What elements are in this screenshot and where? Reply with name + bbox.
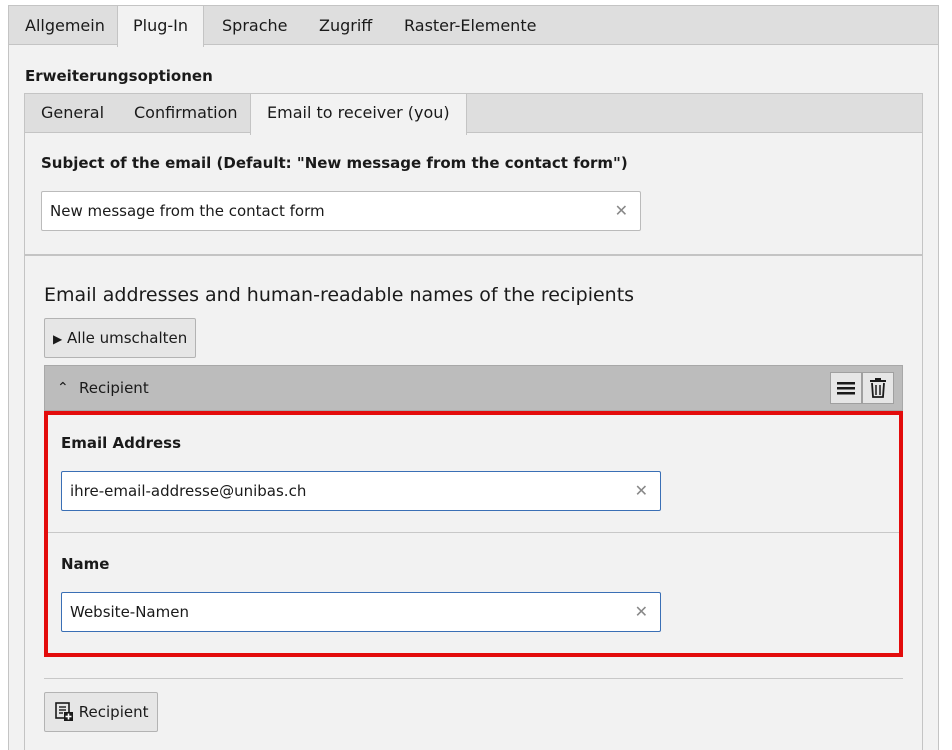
drag-handle-button[interactable] bbox=[830, 372, 862, 404]
email-address-input[interactable]: ihre-email-addresse@unibas.ch ✕ bbox=[61, 471, 661, 511]
tab-raster-elemente[interactable]: Raster-Elemente bbox=[404, 6, 536, 46]
clear-icon[interactable]: ✕ bbox=[635, 472, 648, 510]
section-title: Erweiterungsoptionen bbox=[25, 67, 213, 85]
tab-general[interactable]: General bbox=[41, 94, 104, 134]
outer-tab-bar: Allgemein Plug-In Sprache Zugriff Raster… bbox=[8, 5, 939, 47]
name-label: Name bbox=[61, 555, 110, 573]
tab-confirmation[interactable]: Confirmation bbox=[134, 94, 238, 134]
email-address-label: Email Address bbox=[61, 434, 182, 452]
tab-allgemein[interactable]: Allgemein bbox=[25, 6, 105, 46]
add-recipient-label: Recipient bbox=[78, 703, 149, 721]
chevron-up-icon[interactable]: ⌃ bbox=[57, 366, 69, 410]
clear-icon[interactable]: ✕ bbox=[635, 593, 648, 631]
delete-button[interactable] bbox=[862, 372, 894, 404]
toggle-all-label: Alle umschalten bbox=[67, 329, 188, 347]
tab-plug-in[interactable]: Plug-In bbox=[117, 6, 205, 47]
subject-input-value: New message from the contact form bbox=[50, 202, 325, 220]
add-recipient-button[interactable]: Recipient bbox=[44, 692, 159, 732]
menu-icon bbox=[837, 382, 855, 395]
recipient-header[interactable]: ⌃ Recipient bbox=[44, 365, 903, 411]
subject-input[interactable]: New message from the contact form ✕ bbox=[41, 191, 641, 231]
inner-tab-bar: General Confirmation Email to receiver (… bbox=[24, 93, 923, 135]
tab-email-to-receiver[interactable]: Email to receiver (you) bbox=[250, 94, 467, 135]
recipient-title: Recipient bbox=[79, 379, 149, 397]
caret-right-icon: ▶ bbox=[53, 332, 63, 346]
clear-icon[interactable]: ✕ bbox=[615, 192, 628, 230]
toggle-all-button[interactable]: ▶ Alle umschalten bbox=[44, 318, 197, 358]
trash-icon bbox=[870, 378, 886, 398]
recipients-heading: Email addresses and human-readable names… bbox=[44, 284, 635, 306]
subject-label: Subject of the email (Default: "New mess… bbox=[41, 154, 628, 172]
section-divider bbox=[44, 678, 903, 679]
add-record-icon bbox=[55, 702, 73, 721]
tab-sprache[interactable]: Sprache bbox=[222, 6, 287, 46]
email-address-value: ihre-email-addresse@unibas.ch bbox=[70, 482, 307, 500]
name-input[interactable]: Website-Namen ✕ bbox=[61, 592, 661, 632]
name-value: Website-Namen bbox=[70, 603, 189, 621]
tab-zugriff[interactable]: Zugriff bbox=[319, 6, 372, 46]
field-divider bbox=[48, 532, 899, 533]
